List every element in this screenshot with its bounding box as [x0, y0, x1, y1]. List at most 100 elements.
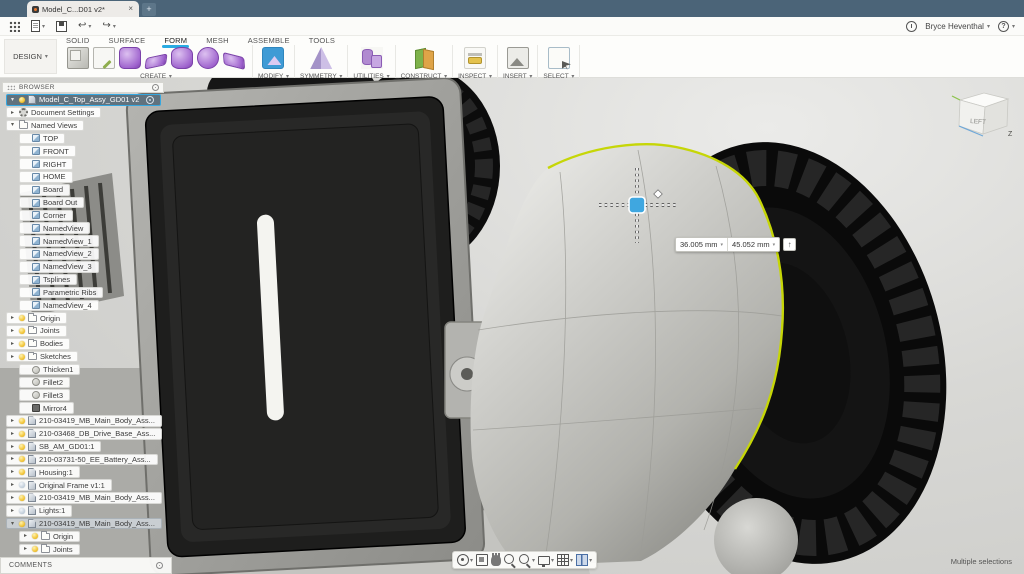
expand-arrow-icon[interactable]: ▾ — [9, 521, 16, 527]
edit-form-icon[interactable] — [262, 47, 284, 69]
pan-tool[interactable] — [491, 554, 501, 566]
convert-icon[interactable] — [361, 47, 383, 69]
visibility-bulb-icon[interactable] — [19, 521, 25, 527]
visibility-bulb-icon[interactable] — [19, 97, 25, 103]
expand-arrow-icon[interactable]: ▸ — [9, 456, 16, 462]
tree-item[interactable]: ▸Fillet3 — [19, 389, 162, 401]
tree-item[interactable]: ▸Board Out — [19, 197, 162, 209]
redo-button[interactable]: ↪ ▾ — [102, 21, 115, 31]
construct-plane-icon[interactable] — [413, 47, 435, 69]
tree-item[interactable]: ▸Document Settings — [6, 107, 162, 119]
box-primitive-icon[interactable] — [67, 47, 89, 69]
tree-item[interactable]: ▸TOP — [19, 133, 162, 145]
visibility-bulb-icon[interactable] — [19, 508, 25, 514]
tree-item[interactable]: ▸Corner — [19, 210, 162, 222]
expand-arrow-icon[interactable]: ▸ — [9, 315, 16, 321]
tree-item[interactable]: ▸HOME — [19, 171, 162, 183]
orbit-tool[interactable]: ▾ — [457, 554, 473, 566]
visibility-bulb-icon[interactable] — [19, 315, 25, 321]
expand-arrow-icon[interactable]: ▸ — [22, 533, 29, 539]
tree-item[interactable]: ▸Origin — [6, 312, 162, 324]
caret-down-icon[interactable]: ▾ — [551, 557, 554, 564]
tree-item[interactable]: ▸NamedView_2 — [19, 248, 162, 260]
undo-button[interactable]: ↩ ▾ — [78, 21, 91, 31]
expand-arrow-icon[interactable]: ▸ — [22, 546, 29, 552]
comments-bar[interactable]: COMMENTS — [0, 557, 172, 574]
visibility-bulb-icon[interactable] — [32, 533, 38, 539]
expand-arrow-icon[interactable]: ▸ — [9, 508, 16, 514]
caret-down-icon[interactable]: ▾ — [589, 557, 592, 564]
sculpt-cylinder-icon[interactable] — [171, 47, 193, 69]
comments-settings-icon[interactable] — [156, 562, 163, 569]
dimension-field-2[interactable]: 45.052 mm ▾ — [727, 238, 779, 251]
mirror-symmetry-icon[interactable] — [310, 47, 332, 69]
view-cube[interactable]: LEFT Z — [946, 84, 1016, 146]
expand-arrow-icon[interactable]: ▸ — [9, 418, 16, 424]
battery-body[interactable] — [126, 78, 485, 574]
tree-item[interactable]: ▸Board — [19, 184, 162, 196]
sculpt-box-icon[interactable] — [119, 47, 141, 69]
tree-item[interactable]: ▸210-03419_MB_Main_Body_Ass... — [6, 492, 162, 504]
tree-item[interactable]: ▸NamedView_4 — [19, 300, 162, 312]
visibility-bulb-icon[interactable] — [19, 444, 25, 450]
zoom-tool[interactable] — [504, 554, 516, 566]
expand-arrow-icon[interactable]: ▸ — [9, 328, 16, 334]
insert-image-icon[interactable] — [507, 47, 529, 69]
fit-tool[interactable]: ▾ — [519, 554, 535, 566]
spinner-icon[interactable]: ▾ — [721, 242, 724, 248]
save-button[interactable] — [56, 21, 67, 32]
sculpt-face-icon[interactable] — [223, 52, 245, 70]
tree-item[interactable]: ▸NamedView — [19, 222, 162, 234]
tree-item[interactable]: ▸Thicken1 — [19, 364, 162, 376]
tree-item[interactable]: ▸SB_AM_GD01:1 — [6, 441, 162, 453]
viewports-tool[interactable]: ▾ — [576, 554, 592, 566]
app-launcher-icon[interactable] — [9, 21, 20, 32]
expand-arrow-icon[interactable]: ▾ — [9, 97, 16, 103]
visibility-bulb-icon[interactable] — [19, 482, 25, 488]
tree-item[interactable]: ▸Sketches — [6, 351, 162, 363]
tree-item[interactable]: ▸Fillet2 — [19, 377, 162, 389]
expand-arrow-icon[interactable]: ▸ — [9, 495, 16, 501]
visibility-bulb-icon[interactable] — [19, 341, 25, 347]
tree-item[interactable]: ▸NamedView_1 — [19, 235, 162, 247]
document-tab[interactable]: Model_C...D01 v2* × — [27, 1, 139, 17]
visibility-bulb-icon[interactable] — [19, 495, 25, 501]
tree-item[interactable]: ▸Housing:1 — [6, 466, 162, 478]
tree-item[interactable]: ▸210-03419_MB_Main_Body_Ass... — [6, 415, 162, 427]
caret-down-icon[interactable]: ▾ — [570, 557, 573, 564]
tree-item[interactable]: ▸Tsplines — [19, 274, 162, 286]
visibility-bulb-icon[interactable] — [19, 328, 25, 334]
tree-item[interactable]: ▸Parametric Ribs — [19, 287, 162, 299]
file-menu[interactable]: ▾ — [31, 20, 45, 32]
visibility-bulb-icon[interactable] — [19, 469, 25, 475]
expand-arrow-icon[interactable]: ▸ — [9, 482, 16, 488]
tree-item[interactable]: ▸Mirror4 — [19, 402, 162, 414]
edit-sketch-icon[interactable] — [93, 47, 115, 69]
workspace-selector[interactable]: DESIGN ▾ — [4, 39, 57, 74]
grid-tool[interactable]: ▾ — [557, 554, 573, 566]
sculpt-sphere-icon[interactable] — [197, 47, 219, 69]
expand-arrow-icon[interactable]: ▸ — [9, 110, 16, 116]
tree-item[interactable]: ▾Model_C_Top_Assy_GD01 v2 — [6, 94, 162, 106]
tree-item[interactable]: ▸Lights:1 — [6, 505, 162, 517]
tree-item[interactable]: ▸Joints — [6, 325, 162, 337]
tree-item[interactable]: ▸210-03731-50_EE_Battery_Ass... — [6, 454, 162, 466]
visibility-bulb-icon[interactable] — [19, 431, 25, 437]
tree-item[interactable]: ▸Joints — [19, 544, 162, 556]
user-menu[interactable]: Bryce Heventhal ▾ — [925, 22, 990, 31]
manipulator-center-handle[interactable] — [629, 197, 645, 213]
visibility-bulb-icon[interactable] — [19, 418, 25, 424]
tree-item[interactable]: ▸Bodies — [6, 338, 162, 350]
visibility-bulb-icon[interactable] — [19, 456, 25, 462]
dimension-field-1[interactable]: 36.005 mm ▾ — [676, 238, 727, 251]
expand-arrow-icon[interactable]: ▸ — [9, 354, 16, 360]
new-tab-button[interactable]: + — [142, 3, 156, 16]
tree-item[interactable]: ▸Origin — [19, 531, 162, 543]
expand-arrow-icon[interactable]: ▸ — [9, 444, 16, 450]
tree-item[interactable]: ▸FRONT — [19, 145, 162, 157]
help-menu[interactable]: ? ▾ — [998, 21, 1015, 32]
tree-item[interactable]: ▸210-03468_DB_Drive_Base_Ass... — [6, 428, 162, 440]
tree-item[interactable]: ▾Named Views — [6, 120, 162, 132]
close-tab-icon[interactable]: × — [127, 5, 134, 13]
lookat-tool[interactable] — [476, 554, 488, 566]
